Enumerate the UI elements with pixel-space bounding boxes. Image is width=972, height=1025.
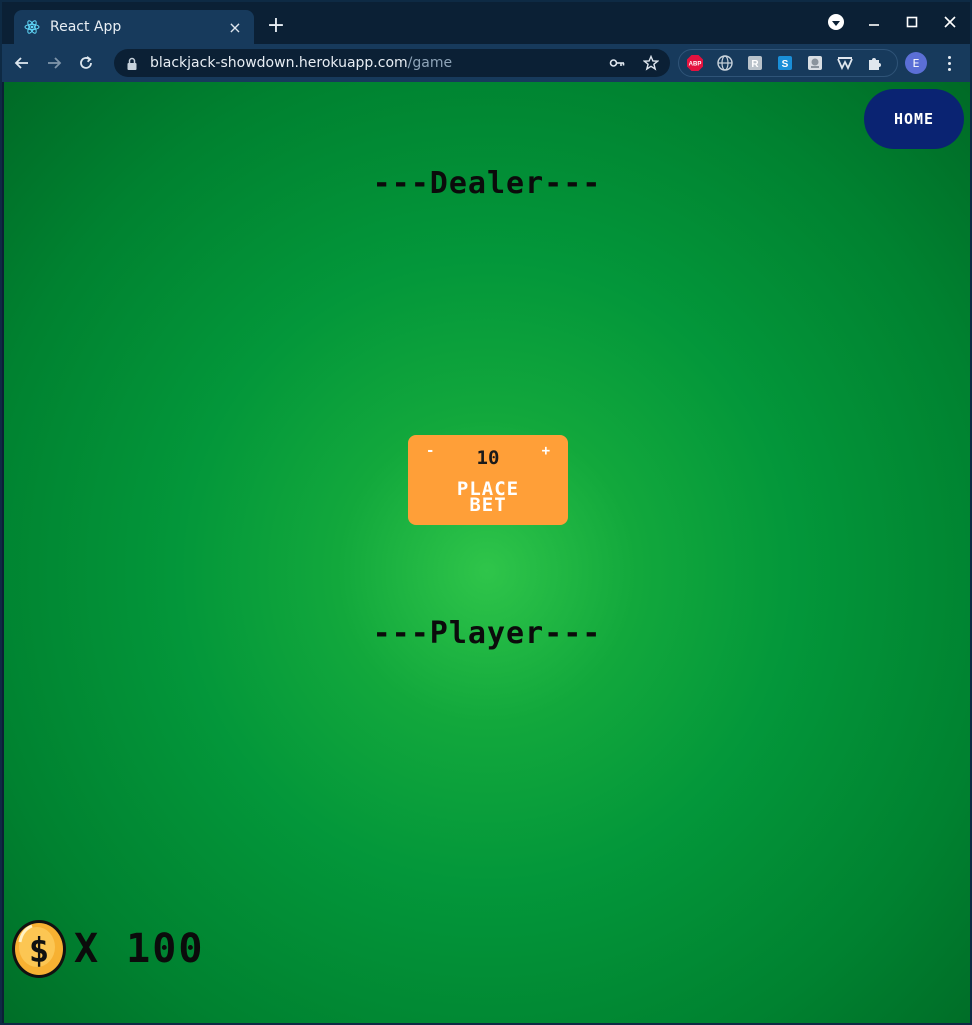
skype-extension-icon[interactable]: S xyxy=(773,51,797,75)
tab-title: React App xyxy=(50,19,122,35)
place-bet-line2: BET xyxy=(469,494,507,516)
profile-avatar[interactable]: E xyxy=(905,52,927,74)
star-icon[interactable] xyxy=(642,54,660,72)
home-button[interactable]: HOME xyxy=(864,89,964,149)
react-icon xyxy=(24,19,40,35)
browser-window: React App × + blackjack-showdown.herokua… xyxy=(0,0,972,1025)
browser-menu-icon[interactable] xyxy=(940,52,958,74)
key-icon[interactable] xyxy=(608,54,626,72)
coin-symbol: $ xyxy=(29,931,49,971)
player-label: ---Player--- xyxy=(372,616,602,651)
bet-panel: - 10 + PLACE BET xyxy=(408,435,568,525)
tab-close-icon[interactable]: × xyxy=(226,18,244,37)
reader-extension-icon[interactable]: R xyxy=(743,51,767,75)
back-icon[interactable] xyxy=(10,51,34,75)
screenshot-extension-icon[interactable] xyxy=(803,51,827,75)
globe-icon[interactable] xyxy=(713,51,737,75)
maximize-icon[interactable] xyxy=(902,12,922,32)
svg-text:R: R xyxy=(751,59,759,70)
omnibox-actions xyxy=(608,54,660,72)
svg-text:S: S xyxy=(782,59,789,70)
dealer-label: ---Dealer--- xyxy=(372,166,602,201)
game-table: HOME ---Dealer--- - 10 + PLACE BET ---Pl… xyxy=(4,82,970,1023)
place-bet-button[interactable]: PLACE BET xyxy=(408,480,568,516)
tab-bar: React App × + xyxy=(2,2,970,44)
svg-text:ABP: ABP xyxy=(689,62,702,68)
adblock-icon[interactable]: ABP xyxy=(683,51,707,75)
profile-dropdown-icon[interactable] xyxy=(826,12,846,32)
puzzle-extensions-icon[interactable] xyxy=(863,51,887,75)
browser-tab[interactable]: React App × xyxy=(14,10,254,44)
url-path: /game xyxy=(407,55,453,71)
coin-count: X 100 xyxy=(74,926,205,972)
address-bar[interactable]: blackjack-showdown.herokuapp.com/game xyxy=(114,49,670,77)
lock-icon xyxy=(126,56,138,70)
close-window-icon[interactable] xyxy=(940,12,960,32)
forward-icon[interactable] xyxy=(42,51,66,75)
reload-icon[interactable] xyxy=(74,51,98,75)
wallet-extension-icon[interactable] xyxy=(833,51,857,75)
minimize-icon[interactable] xyxy=(864,12,884,32)
browser-toolbar: blackjack-showdown.herokuapp.com/game AB… xyxy=(2,44,970,82)
extensions-area: ABP R S xyxy=(678,49,898,77)
increase-bet-button[interactable]: + xyxy=(542,443,550,459)
new-tab-button[interactable]: + xyxy=(264,14,288,38)
url-host: blackjack-showdown.herokuapp.com xyxy=(150,55,408,71)
coin-icon: $ xyxy=(12,920,66,978)
window-controls xyxy=(826,12,960,32)
coin-balance: $ X 100 xyxy=(10,918,204,980)
